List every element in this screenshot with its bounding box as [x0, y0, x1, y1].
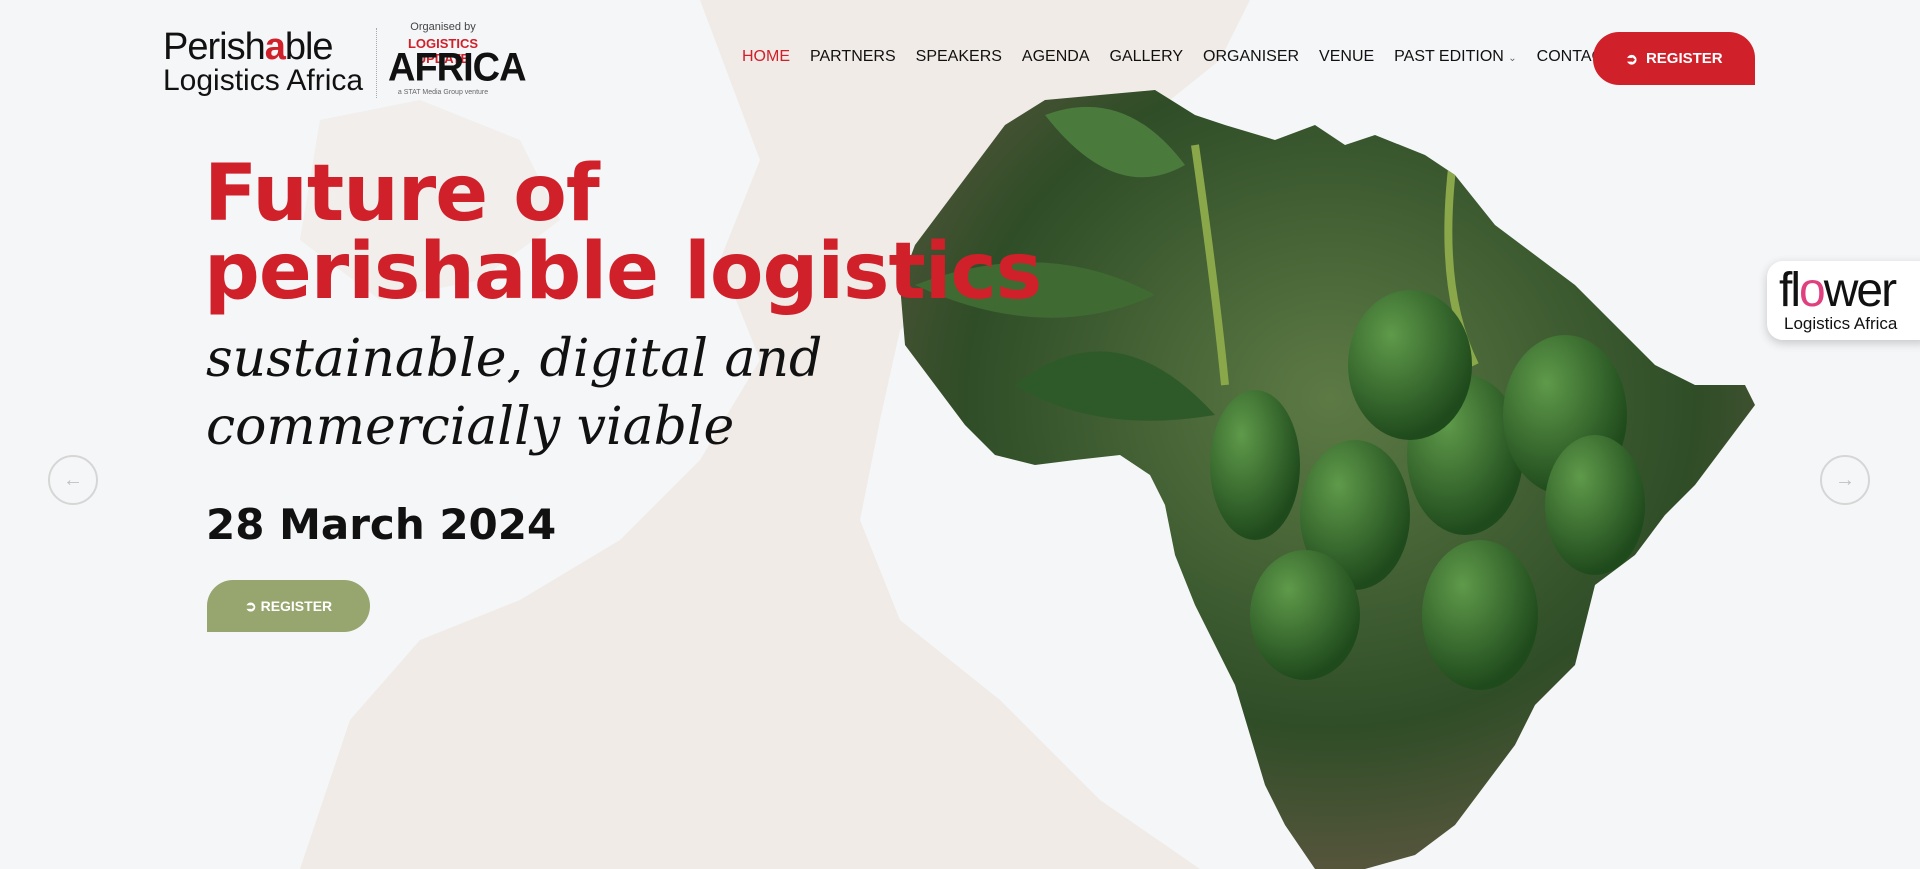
nav-gallery[interactable]: GALLERY [1110, 48, 1184, 66]
nav-agenda[interactable]: AGENDA [1022, 48, 1090, 66]
logo-divider [376, 28, 377, 98]
avocado [1210, 390, 1300, 540]
slider-prev-button[interactable]: ← [48, 455, 98, 505]
chevron-down-icon: ⌄ [1508, 53, 1517, 64]
hero-title: Future of perishable logistics [204, 149, 1042, 317]
nav-home[interactable]: HOME [742, 48, 790, 66]
hero-subtitle: sustainable, digital and commercially via… [206, 329, 823, 457]
arrow-circle-right-icon: ➲ [244, 597, 257, 614]
nav-organiser[interactable]: ORGANISER [1203, 48, 1299, 66]
perishable-logistics-africa-logo[interactable]: Perishable Logistics Africa Organised by… [163, 21, 527, 104]
nav-venue[interactable]: VENUE [1319, 48, 1374, 66]
nav-partners[interactable]: PARTNERS [810, 48, 896, 66]
hero-register-button[interactable]: ➲ REGISTER [207, 580, 370, 632]
slider-next-button[interactable]: → [1820, 455, 1870, 505]
nav-speakers[interactable]: SPEAKERS [916, 48, 1002, 66]
nav-past-edition[interactable]: PAST EDITION ⌄ [1394, 48, 1517, 66]
arrow-left-icon: ← [63, 468, 83, 491]
main-nav: HOME PARTNERS SPEAKERS AGENDA GALLERY OR… [742, 48, 1613, 66]
arrow-right-icon: → [1835, 468, 1855, 491]
arrow-circle-right-icon: ➲ [1625, 50, 1638, 68]
flower-logistics-africa-badge[interactable]: flower Logistics Africa [1767, 261, 1920, 340]
header-register-button[interactable]: ➲ REGISTER [1593, 32, 1755, 85]
event-date: 28 March 2024 [206, 500, 557, 549]
